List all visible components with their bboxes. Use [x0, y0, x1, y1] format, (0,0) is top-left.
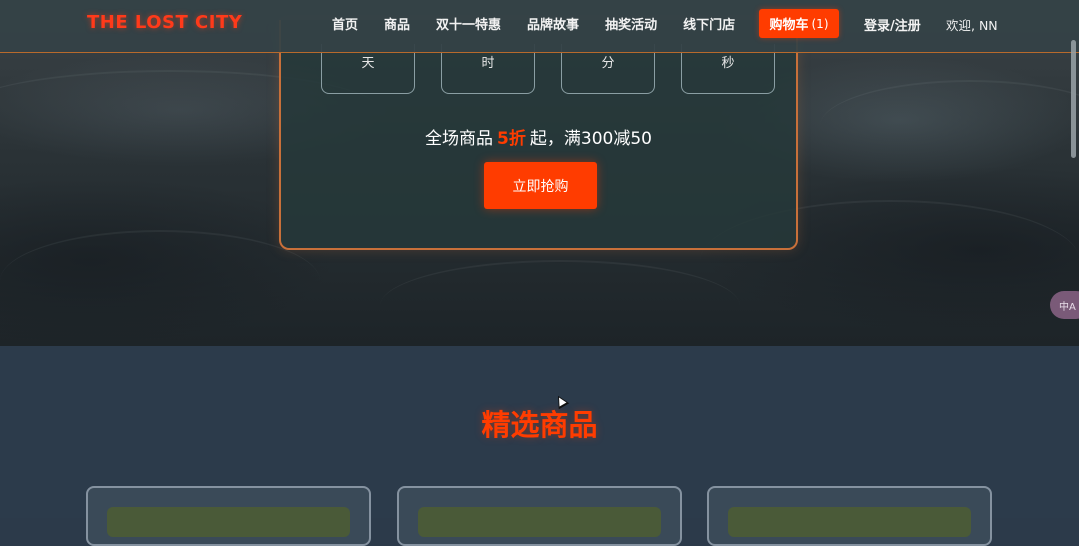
promo-discount: 5折 [497, 129, 526, 149]
nav-link-home[interactable]: 首页 [332, 14, 358, 33]
site-logo[interactable]: THE LOST CITY [87, 12, 242, 33]
nav-link-products[interactable]: 商品 [384, 14, 410, 33]
buy-now-button[interactable]: 立即抢购 [484, 162, 597, 209]
translate-widget[interactable]: 中A [1050, 291, 1079, 319]
product-image[interactable] [418, 507, 661, 537]
translate-icon: 中A [1059, 301, 1076, 313]
nav-link-lottery[interactable]: 抽奖活动 [605, 14, 657, 33]
product-image[interactable] [107, 507, 350, 537]
promo-card: 天 时 分 秒 全场商品 5折 起，满300减50 立即抢购 [279, 20, 798, 250]
nav-link-double-eleven[interactable]: 双十一特惠 [436, 14, 501, 33]
featured-title: 精选商品 [481, 408, 598, 442]
promo-text: 全场商品 5折 起，满300减50 [281, 124, 796, 149]
welcome-text: 欢迎, NN [946, 18, 998, 33]
promo-text-after: 起，满300减50 [529, 129, 652, 149]
nav-link-brand-story[interactable]: 品牌故事 [527, 14, 579, 33]
product-image[interactable] [728, 507, 971, 537]
featured-section: 精选商品 [0, 346, 1079, 546]
promo-text-before: 全场商品 [425, 129, 494, 149]
countdown-unit-minutes: 分 [601, 56, 615, 71]
cart-button[interactable]: 购物车 (1) [759, 9, 839, 38]
login-register-link[interactable]: 登录/注册 [864, 15, 921, 34]
product-card[interactable] [397, 486, 682, 546]
countdown-unit-days: 天 [361, 56, 375, 71]
nav-link-stores[interactable]: 线下门店 [683, 14, 735, 33]
nav-links: 首页 商品 双十一特惠 品牌故事 抽奖活动 线下门店 [332, 0, 761, 46]
scrollbar-thumb[interactable] [1071, 40, 1076, 158]
cart-label: 购物车 [769, 18, 809, 33]
product-card[interactable] [707, 486, 992, 546]
countdown-unit-seconds: 秒 [721, 56, 735, 71]
top-navbar: THE LOST CITY 首页 商品 双十一特惠 品牌故事 抽奖活动 线下门店… [0, 0, 1079, 53]
countdown-unit-hours: 时 [481, 56, 495, 71]
product-card[interactable] [86, 486, 371, 546]
cart-count: (1) [811, 16, 829, 31]
